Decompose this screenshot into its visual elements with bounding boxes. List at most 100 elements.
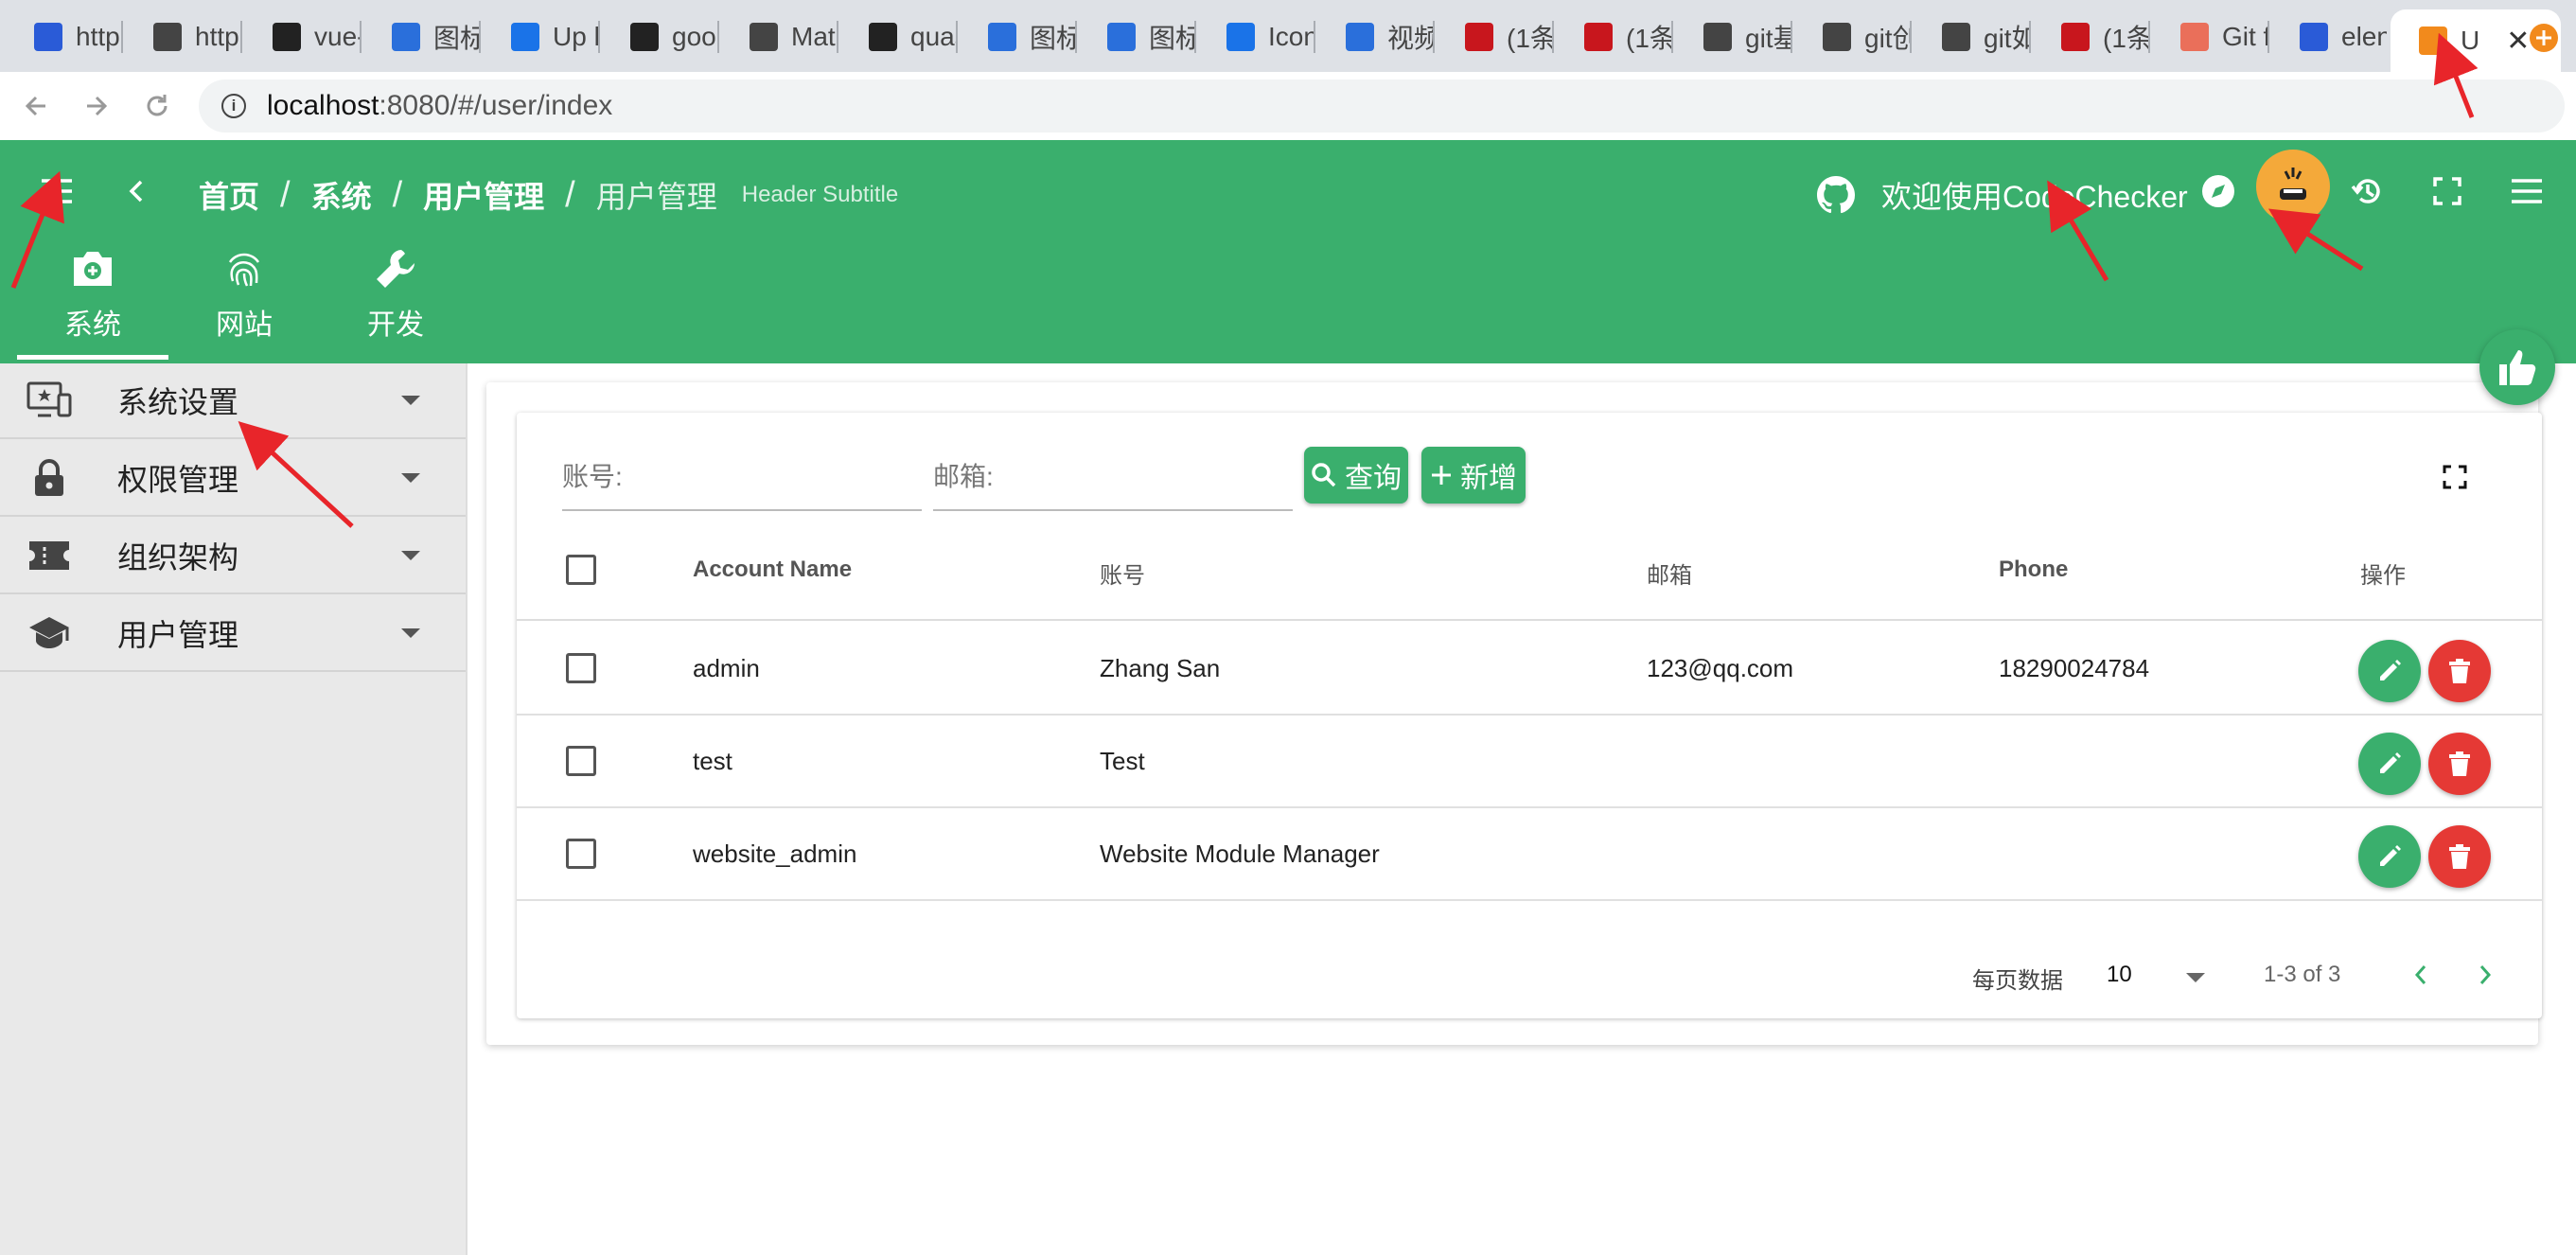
- sidebar-item-organization[interactable]: 组织架构: [0, 519, 466, 594]
- module-tab-develop[interactable]: 开发: [320, 244, 471, 358]
- edit-button[interactable]: [2358, 825, 2421, 888]
- browser-tab[interactable]: Up l: [483, 9, 598, 64]
- edit-button[interactable]: [2358, 733, 2421, 795]
- sidebar-item-label: 组织架构: [117, 540, 239, 574]
- browser-tab-title: 视频: [1387, 24, 1433, 53]
- browser-tab-title: 图标: [1149, 24, 1194, 53]
- back-arrow-icon[interactable]: [13, 83, 59, 129]
- browser-tab[interactable]: (1条: [1437, 9, 1552, 64]
- github-icon[interactable]: [1817, 176, 1855, 214]
- edit-button[interactable]: [2358, 640, 2421, 702]
- previous-page-icon[interactable]: [2404, 958, 2438, 992]
- screenshot-root: { "browser": { "tabs": [ {"label": "http…: [0, 0, 2576, 1255]
- history-icon[interactable]: [2345, 168, 2391, 214]
- browser-tab[interactable]: 图标: [1079, 9, 1194, 64]
- breadcrumb-user-management[interactable]: 用户管理: [423, 173, 544, 217]
- browser-toolbar: i localhost:8080/#/user/index: [0, 72, 2576, 140]
- browser-tab[interactable]: Git f: [2152, 9, 2267, 64]
- browser-tab[interactable]: git基: [1675, 9, 1791, 64]
- browser-tab[interactable]: Icon: [1198, 9, 1314, 64]
- browser-tab[interactable]: git创: [1794, 9, 1910, 64]
- column-header-account[interactable]: 账号: [1100, 557, 1145, 590]
- forward-arrow-icon[interactable]: [74, 83, 119, 129]
- browser-tab[interactable]: 图标: [363, 9, 479, 64]
- fullscreen-icon[interactable]: [2425, 168, 2470, 214]
- browser-tab-title: Up l: [553, 22, 598, 51]
- module-tab-website[interactable]: 网站: [168, 244, 320, 358]
- column-header-account-name[interactable]: Account Name: [693, 557, 852, 583]
- sidebar-item-users[interactable]: 用户管理: [0, 596, 466, 672]
- delete-button[interactable]: [2428, 825, 2491, 888]
- browser-tab[interactable]: (1条: [2033, 9, 2148, 64]
- chevron-down-icon[interactable]: [401, 551, 420, 560]
- column-header-email[interactable]: 邮箱: [1647, 557, 1692, 590]
- sign-icon: [1823, 23, 1851, 51]
- compass-icon[interactable]: [2196, 168, 2241, 214]
- browser-tab[interactable]: Mat: [721, 9, 837, 64]
- browser-tab[interactable]: quas: [840, 9, 956, 64]
- reload-icon[interactable]: [134, 83, 180, 129]
- tab-separator: [1910, 21, 1912, 53]
- browser-tab[interactable]: (1条: [1556, 9, 1671, 64]
- address-bar[interactable]: i localhost:8080/#/user/index: [199, 80, 2565, 133]
- tab-separator: [956, 21, 958, 53]
- sidebar-item-system-settings[interactable]: 系统设置: [0, 363, 466, 439]
- browser-tab[interactable]: http: [6, 9, 121, 64]
- delete-button[interactable]: [2428, 733, 2491, 795]
- browser-tab[interactable]: git如: [1914, 9, 2029, 64]
- browser-tab[interactable]: elen: [2271, 9, 2387, 64]
- browser-tab[interactable]: 图标: [960, 9, 1075, 64]
- browser-tab[interactable]: 视频: [1317, 9, 1433, 64]
- rows-per-page-select[interactable]: 10: [2107, 962, 2132, 988]
- row-checkbox[interactable]: [566, 653, 596, 683]
- email-search-field[interactable]: 邮箱:: [933, 451, 1293, 511]
- account-search-field[interactable]: 账号:: [562, 451, 922, 511]
- menu-toggle-icon[interactable]: [34, 168, 79, 214]
- query-button[interactable]: 查询: [1304, 447, 1408, 504]
- browser-tab[interactable]: goo: [602, 9, 717, 64]
- avatar[interactable]: [2256, 150, 2330, 223]
- account-input[interactable]: [629, 462, 876, 492]
- email-input[interactable]: [1000, 462, 1247, 492]
- chevron-down-icon[interactable]: [401, 396, 420, 405]
- column-header-phone[interactable]: Phone: [1999, 557, 2068, 583]
- flag-icon: [1226, 23, 1255, 51]
- module-tab-system[interactable]: 系统: [17, 244, 168, 360]
- breadcrumb-system[interactable]: 系统: [311, 173, 372, 217]
- row-checkbox[interactable]: [566, 839, 596, 869]
- cell-account: Zhang San: [1100, 654, 1221, 682]
- breadcrumb-current: 用户管理: [595, 180, 717, 214]
- browser-tab[interactable]: http: [125, 9, 240, 64]
- breadcrumb-home[interactable]: 首页: [199, 173, 259, 217]
- chevron-left-icon[interactable]: [114, 168, 159, 214]
- row-checkbox[interactable]: [566, 746, 596, 776]
- iconfont-icon: [1346, 23, 1374, 51]
- chevron-down-icon[interactable]: [2186, 973, 2205, 982]
- chevron-down-icon[interactable]: [401, 473, 420, 483]
- browser-tab-strip: http http vue- 图标 Up l goo Mat quas 图标 图标 Icon 视频 (1…: [0, 0, 2576, 72]
- browser-new-tab-icon[interactable]: [2527, 21, 2561, 55]
- select-all-checkbox[interactable]: [566, 555, 596, 585]
- thumbs-up-button[interactable]: [2479, 329, 2555, 405]
- delete-button[interactable]: [2428, 640, 2491, 702]
- add-button[interactable]: 新增: [1421, 447, 1526, 504]
- table-row[interactable]: test Test: [517, 716, 2542, 808]
- sign-icon: [1703, 23, 1732, 51]
- lock-icon: [26, 455, 72, 501]
- query-button-label: 查询: [1345, 463, 1402, 494]
- fullscreen-icon[interactable]: [2436, 458, 2474, 496]
- sidebar-item-permissions[interactable]: 权限管理: [0, 441, 466, 517]
- right-menu-icon[interactable]: [2504, 168, 2550, 214]
- next-page-icon[interactable]: [2468, 958, 2502, 992]
- browser-tab[interactable]: vue-: [244, 9, 360, 64]
- chevron-down-icon[interactable]: [401, 628, 420, 638]
- pagination-range: 1-3 of 3: [2264, 962, 2341, 987]
- browser-tab-title: 图标: [1030, 24, 1075, 53]
- table-row[interactable]: website_admin Website Module Manager: [517, 808, 2542, 901]
- pencil-icon: [2380, 660, 2401, 681]
- school-icon: [26, 610, 72, 656]
- breadcrumb-separator: /: [392, 174, 403, 215]
- site-info-icon[interactable]: i: [221, 94, 246, 118]
- table-row[interactable]: admin Zhang San 123@qq.com 18290024784: [517, 623, 2542, 716]
- search-icon: [1312, 463, 1336, 487]
